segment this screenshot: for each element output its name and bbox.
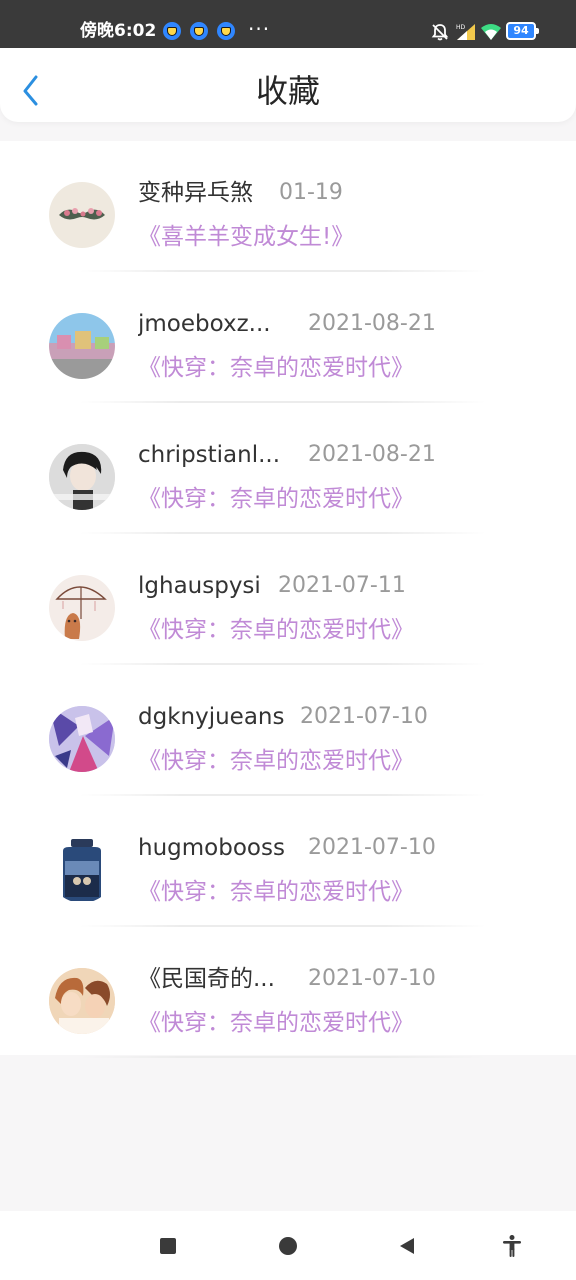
favorites-list: 变种异乓煞 01-19 《喜羊羊变成女生!》 jmoeboxz... 2021-… xyxy=(0,141,576,1058)
list-item[interactable]: jmoeboxz... 2021-08-21 《快穿：奈卓的恋爱时代》 xyxy=(0,272,576,403)
user-name: hugmobooss xyxy=(138,835,285,861)
book-title[interactable]: 《快穿：奈卓的恋爱时代》 xyxy=(138,614,414,646)
jar-avatar-image xyxy=(49,837,115,903)
list-item[interactable]: dgknyjueans 2021-07-10 《快穿：奈卓的恋爱时代》 xyxy=(0,665,576,796)
avatar xyxy=(49,182,115,248)
mustache-avatar-image xyxy=(59,208,105,220)
book-title[interactable]: 《快穿：奈卓的恋爱时代》 xyxy=(138,352,414,384)
user-name: chripstianl... xyxy=(138,442,281,468)
item-date: 2021-08-21 xyxy=(308,311,436,336)
book-title[interactable]: 《快穿：奈卓的恋爱时代》 xyxy=(138,745,414,777)
item-date: 2021-07-10 xyxy=(300,704,428,729)
user-name: jmoeboxz... xyxy=(138,311,271,337)
avatar xyxy=(49,837,115,903)
page-title: 收藏 xyxy=(255,72,320,110)
avatar xyxy=(49,706,115,772)
wifi-icon xyxy=(481,24,501,40)
battery-indicator: 94 xyxy=(506,22,539,40)
book-title[interactable]: 《快穿：奈卓的恋爱时代》 xyxy=(138,1007,414,1039)
status-bar: 傍晚6:02 ··· HD 94 xyxy=(0,0,576,48)
avatar xyxy=(49,575,115,641)
avatar xyxy=(49,313,115,379)
status-time: 傍晚6:02 xyxy=(80,21,157,41)
notification-app-icon xyxy=(163,22,181,40)
accessibility-button[interactable] xyxy=(497,1231,527,1261)
square-icon xyxy=(160,1238,176,1254)
item-date: 01-19 xyxy=(279,180,343,205)
item-date: 2021-07-10 xyxy=(308,835,436,860)
book-title[interactable]: 《快穿：奈卓的恋爱时代》 xyxy=(138,876,414,908)
back-nav-button[interactable] xyxy=(392,1231,422,1261)
list-item[interactable]: 《民国奇的... 2021-07-10 《快穿：奈卓的恋爱时代》 xyxy=(0,927,576,1058)
back-button[interactable] xyxy=(14,70,50,106)
item-date: 2021-07-11 xyxy=(278,573,406,598)
user-name: dgknyjueans xyxy=(138,704,285,730)
user-name: lghauspysi xyxy=(138,573,261,599)
divider xyxy=(80,1056,486,1058)
header: 收藏 xyxy=(0,48,576,122)
home-button[interactable] xyxy=(273,1231,303,1261)
bell-muted-icon xyxy=(431,24,449,41)
more-notifications-icon: ··· xyxy=(248,17,271,41)
triangle-back-icon xyxy=(400,1238,414,1254)
umbrella-avatar-image xyxy=(55,586,107,639)
avatar xyxy=(49,444,115,510)
recents-button[interactable] xyxy=(153,1231,183,1261)
circle-icon xyxy=(279,1237,297,1255)
item-date: 2021-08-21 xyxy=(308,442,436,467)
avatar xyxy=(49,968,115,1034)
book-title[interactable]: 《喜羊羊变成女生!》 xyxy=(138,221,354,253)
list-item[interactable]: hugmobooss 2021-07-10 《快穿：奈卓的恋爱时代》 xyxy=(0,796,576,927)
item-date: 2021-07-10 xyxy=(308,966,436,991)
couple-avatar-image xyxy=(49,968,115,1034)
list-item[interactable]: chripstianl... 2021-08-21 《快穿：奈卓的恋爱时代》 xyxy=(0,403,576,534)
accessibility-icon xyxy=(503,1235,521,1257)
book-title[interactable]: 《快穿：奈卓的恋爱时代》 xyxy=(138,483,414,515)
notification-app-icon xyxy=(190,22,208,40)
list-item[interactable]: 变种异乓煞 01-19 《喜羊羊变成女生!》 xyxy=(0,141,576,272)
boy-portrait-avatar-image xyxy=(49,444,115,510)
street-photo-avatar-image xyxy=(49,313,115,379)
user-name: 变种异乓煞 xyxy=(138,180,253,206)
list-item[interactable]: lghauspysi 2021-07-11 《快穿：奈卓的恋爱时代》 xyxy=(0,534,576,665)
signal-hd-icon: HD xyxy=(456,24,475,40)
anime-avatar-image xyxy=(49,706,115,772)
system-nav-bar xyxy=(0,1211,576,1280)
notification-app-icon xyxy=(217,22,235,40)
chevron-left-icon xyxy=(23,75,38,106)
svg-text:HD: HD xyxy=(456,24,466,31)
user-name: 《民国奇的... xyxy=(138,966,275,992)
